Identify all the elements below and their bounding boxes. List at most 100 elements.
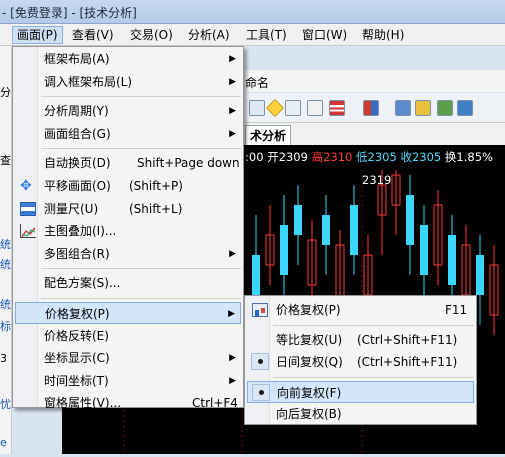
left-fragment[interactable]: 忧 [0,396,11,412]
menu-item-label: 配色方案(S)... [44,276,121,291]
menu-item-label: 向前复权(F) [277,385,342,400]
quote-low: 低2305 [356,150,397,164]
quote-time: :00 [245,150,264,164]
price-adjust-submenu: 价格复权(P) F11 等比复权(U) (Ctrl+Shift+F11) 日间复权(Q)… [244,295,477,425]
submenu-arrow-icon: ▶ [229,375,236,386]
candle-body [252,255,260,295]
menu-window[interactable]: 窗口(W) [298,26,351,44]
chart-icon[interactable] [285,100,301,116]
left-fragment[interactable]: e [0,436,7,449]
candle-body [294,205,302,235]
menu-help[interactable]: 帮助(H) [358,26,408,44]
menu-item-label: 自动换页(D) [44,156,111,171]
menu-item-shortcut: F11 [445,303,468,317]
submenu-arrow-icon: ▶ [229,353,236,364]
left-fragment[interactable]: 标 [0,318,11,334]
quote-open: 开2309 [267,150,308,164]
name-fragment: 命名 [245,76,270,90]
layout-icon[interactable] [363,100,379,116]
radio-check-icon [251,353,269,370]
candle-body [406,195,414,245]
screen-menu-item-16[interactable]: 坐标显示(C) ▶ [15,347,241,369]
menu-item-label: 多图组合(R) [44,246,110,261]
submenu-arrow-icon: ▶ [229,106,236,117]
menu-item-label: 测量尺(U) [44,201,99,216]
menu-item-label: 框架布局(A) [44,52,110,66]
menu-separator [41,148,241,150]
menu-item-shortcut: (Shift+P) [129,179,183,193]
screen-menu-item-10[interactable]: 多图组合(R) ▶ [15,243,241,265]
adjust-menu-item-2[interactable]: 等比复权(U) (Ctrl+Shift+F11) [247,329,474,351]
move-icon: ✥ [20,178,32,194]
warning-icon[interactable] [265,98,285,118]
menu-trade[interactable]: 交易(O) [126,26,177,44]
submenu-arrow-icon: ▶ [229,54,236,64]
menu-separator [273,324,474,326]
menu-tools[interactable]: 工具(T) [242,26,291,44]
left-fragment: 查 [0,154,11,167]
screen-menu-item-1[interactable]: 调入框架布局(L) ▶ [15,71,241,93]
menu-item-label: 主图叠加(I)... [44,224,117,239]
chart-icon[interactable] [307,100,323,116]
menu-item-label: 日间复权(Q) [276,355,343,369]
quote-close: 收2305 [400,150,442,164]
screen-menu-item-14[interactable]: 价格复权(P) ▶ [15,302,241,324]
left-fragment[interactable]: 统 [0,236,11,252]
submenu-arrow-icon: ▶ [229,76,236,87]
left-fragment: 分 [0,86,11,99]
adjust-menu-item-0[interactable]: 价格复权(P) F11 [247,299,474,321]
screen-menu-item-18[interactable]: 窗格属性(V)... Ctrl+F4 [15,392,241,414]
menu-item-label: 调入框架布局(L) [44,74,133,89]
list-icon[interactable] [329,100,345,116]
adjust-menu-item-6[interactable]: 向后复权(B) [247,403,474,425]
screen-menu-item-15[interactable]: 价格反转(E) [15,325,241,347]
candle-body [448,235,456,285]
ruler-icon [20,201,36,216]
adjust-menu-item-5[interactable]: 向前复权(F) [247,380,474,403]
menu-item-label: 向后复权(B) [276,407,342,421]
menu-analysis[interactable]: 分析(A) [184,26,234,44]
menu-view[interactable]: 查看(V) [68,26,118,44]
tool-icon[interactable] [437,100,453,116]
menu-item-label: 等比复权(U) [276,332,343,347]
high-marker-label: 2319 [362,173,392,187]
menu-item-shortcut: Ctrl+F4 [192,396,238,411]
menu-bar: 画面(P) 查看(V) 交易(O) 分析(A) 工具(T) 窗口(W) 帮助(H… [0,24,505,46]
screen-menu-item-4[interactable]: 画面组合(G) ▶ [15,123,241,145]
screen-menu-item-0[interactable]: 框架布局(A) ▶ [15,48,241,70]
menu-view-screen[interactable]: 画面(P) [12,26,63,44]
left-fragment[interactable]: 统 [0,256,11,272]
screen-menu-item-9[interactable]: 主图叠加(I)... [15,220,241,242]
menu-item-label: 画面组合(G) [44,126,111,141]
quote-bar: :00 开2309 高2310 低2305 收2305 换1.85% [245,149,505,167]
title-bar: - [免费登录] - [技术分析] [0,0,505,24]
menu-item-label: 价格反转(E) [44,328,109,343]
monitor-icon[interactable] [395,100,411,116]
screen-menu-item-12[interactable]: 配色方案(S)... [15,272,241,294]
adjust-menu-item-3[interactable]: 日间复权(Q) (Ctrl+Shift+F11) [247,351,474,373]
menu-item-shortcut: Shift+Page down [137,156,240,171]
left-fragment[interactable]: 统 [0,296,11,312]
submenu-arrow-icon: ▶ [228,309,235,319]
submenu-arrow-icon: ▶ [229,128,236,139]
menu-separator [41,96,241,98]
overlay-chart-icon [20,224,36,239]
screen-menu-item-3[interactable]: 分析周期(Y) ▶ [15,100,241,122]
menu-item-label: 时间坐标(T) [44,373,109,388]
toolbar-icon[interactable] [249,100,265,116]
screen-menu-item-8[interactable]: 测量尺(U) (Shift+L) [15,198,241,220]
submenu-arrow-icon: ▶ [229,248,236,259]
screen-menu-item-17[interactable]: 时间坐标(T) ▶ [15,370,241,392]
quote-high: 高2310 [311,150,353,164]
screen-menu-item-6[interactable]: 自动换页(D) Shift+Page down [15,152,241,174]
tab-strip: 术分析 [245,123,505,145]
tab-technical-analysis[interactable]: 术分析 [245,125,292,145]
menu-item-shortcut: (Shift+L) [129,201,183,216]
tool-icon[interactable] [457,100,473,116]
toolbar [245,93,505,123]
left-panel: 分 查 统 统 统 标 3 忧 e [0,46,12,454]
candle-body [350,205,358,255]
candle-body [476,255,484,295]
tool-icon[interactable] [415,100,431,116]
screen-menu-item-7[interactable]: ✥ 平移画面(O) (Shift+P) [15,175,241,197]
